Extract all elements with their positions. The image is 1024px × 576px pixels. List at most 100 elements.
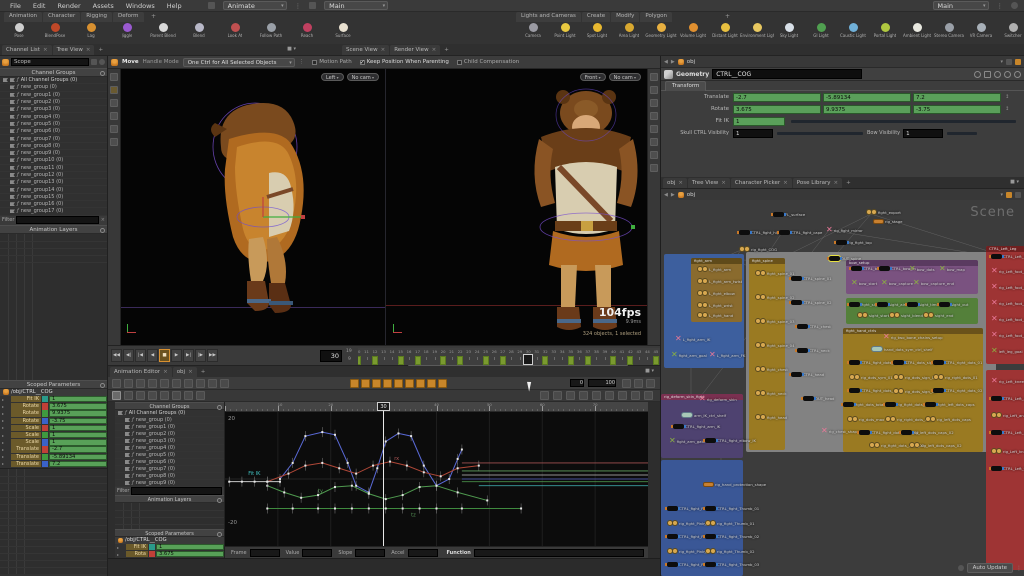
keyframe-marker[interactable] xyxy=(627,356,634,365)
filter-input[interactable] xyxy=(16,216,99,225)
menubar-menu[interactable]: Render xyxy=(55,1,82,11)
menubar-menu[interactable]: Assets xyxy=(91,1,116,11)
network-node[interactable]: CTRL_Left_knee_IK xyxy=(989,430,1024,435)
graph-end-field[interactable]: 100 xyxy=(588,379,616,387)
flag-icon[interactable] xyxy=(125,453,130,457)
flag-icon[interactable] xyxy=(10,151,15,156)
tree-root[interactable]: ƒ All Channel Groups (0) xyxy=(115,410,224,417)
tree-item[interactable]: ƒ new_group1 (0) xyxy=(0,92,107,99)
shelf-tab[interactable]: Character xyxy=(43,12,81,22)
flag-icon[interactable] xyxy=(10,173,15,177)
graph-view-icon[interactable] xyxy=(605,391,614,400)
tab-close-icon[interactable]: × xyxy=(721,180,726,186)
dots-icon[interactable]: ⋮ xyxy=(299,59,305,65)
shelf-tool[interactable]: Parent Blend xyxy=(148,22,178,44)
network-node[interactable]: CTRL_fight_Thumb_03 xyxy=(703,562,759,567)
shelf-tab[interactable]: Deform xyxy=(113,12,144,22)
viewport-split-divider[interactable] xyxy=(385,69,386,345)
shelf-tool[interactable]: Follow Path xyxy=(256,22,286,44)
pane-tab-add[interactable]: + xyxy=(843,178,854,188)
graph-start-field[interactable]: 0 xyxy=(570,379,584,387)
move-tool-icon[interactable] xyxy=(110,86,118,94)
graph-select-tool-icon[interactable] xyxy=(112,391,121,400)
set-key-button[interactable] xyxy=(405,379,414,388)
network-node[interactable]: fight_spine_04 xyxy=(755,342,795,348)
network-node[interactable]: CTRL_chest xyxy=(795,324,831,329)
scoped-param-row[interactable]: ▸ Scale 1 xyxy=(0,424,107,432)
pane-tab-add[interactable]: + xyxy=(95,45,106,55)
anim-tool-icon[interactable] xyxy=(136,379,145,388)
keyframe-marker[interactable] xyxy=(372,356,379,365)
param-value[interactable]: -3.75 xyxy=(49,417,107,424)
dots-icon[interactable]: ⋮ xyxy=(295,2,302,10)
transport-button[interactable]: ▶| xyxy=(183,349,194,362)
graph-view-icon[interactable] xyxy=(553,391,562,400)
range-start-bottom[interactable]: 9 xyxy=(348,357,351,362)
anim-tool-icon[interactable] xyxy=(112,379,121,388)
pin-icon[interactable]: ▸ xyxy=(2,397,10,402)
set-key-button[interactable] xyxy=(394,379,403,388)
node-name-field[interactable]: CTRL__COG xyxy=(712,69,863,79)
network-node[interactable]: rig_dots_sym_01 xyxy=(849,374,893,380)
back-icon[interactable]: ◀ xyxy=(664,59,668,65)
network-node[interactable]: fight_head xyxy=(755,414,787,420)
tab-close-icon[interactable]: × xyxy=(188,369,193,375)
graph-tool-icon[interactable] xyxy=(160,391,169,400)
flag-icon[interactable] xyxy=(125,418,130,422)
network-node[interactable]: rig_dots_sign_01 xyxy=(893,374,937,380)
shelf-tool[interactable]: Environment Light xyxy=(740,22,774,44)
tree-item[interactable]: ƒ new_group7 (0) xyxy=(0,135,107,143)
flag-icon[interactable] xyxy=(125,425,130,429)
network-node[interactable]: rig_left_dots_caps xyxy=(925,416,971,422)
shelf-tool[interactable]: Reach xyxy=(292,22,322,44)
flag-icon[interactable] xyxy=(125,446,130,450)
tab-close-icon[interactable]: × xyxy=(43,47,48,53)
forward-icon[interactable]: ▶ xyxy=(671,192,675,198)
anim-nav-icon[interactable] xyxy=(634,379,643,388)
graph-editor-plot[interactable]: Fit IK ty tz rx 20 -20 xyxy=(225,412,648,546)
graph-view-icon[interactable] xyxy=(566,391,575,400)
pane-menu-icon[interactable] xyxy=(282,46,296,54)
network-node[interactable]: hand_dots_sym_ctrl_shelf xyxy=(871,346,933,352)
tab-close-icon[interactable]: × xyxy=(834,180,839,186)
tab-close-icon[interactable]: × xyxy=(381,47,386,53)
key-value-field[interactable] xyxy=(249,548,280,557)
search-icon[interactable] xyxy=(994,70,1001,78)
pin-icon[interactable]: ▸ xyxy=(2,454,10,459)
shelf-tool[interactable]: GI Light xyxy=(808,22,834,44)
info-icon[interactable] xyxy=(1004,70,1011,78)
scoped-param-row[interactable]: ▸ Translate -2.7 xyxy=(0,446,107,453)
param-value[interactable]: 1 xyxy=(49,396,107,403)
network-node[interactable]: ✕ bow_capture_end xyxy=(913,279,954,287)
keyframe-marker[interactable] xyxy=(358,356,361,365)
network-node[interactable]: rig_Left_ankle xyxy=(991,412,1024,418)
tz-field[interactable]: 7.2 xyxy=(913,92,1001,102)
graph-tool-icon[interactable] xyxy=(136,391,145,400)
right-main-dropdown[interactable]: Main xyxy=(932,1,989,10)
shelf-tab[interactable]: Lights and Cameras xyxy=(516,12,581,22)
pane-tab[interactable]: Character Picker × xyxy=(730,178,792,188)
menubar-menu[interactable]: Edit xyxy=(31,1,48,11)
tree-item[interactable]: ƒ new_group1 (0) xyxy=(115,424,224,431)
network-node[interactable]: ✕ rig_fight_mirror xyxy=(826,226,863,234)
pane-tab[interactable]: Animation Editor × xyxy=(110,367,172,377)
gear-icon[interactable] xyxy=(974,70,981,78)
frame-icon[interactable] xyxy=(984,70,991,78)
transport-button[interactable]: ▶▶ xyxy=(207,349,218,362)
toolbar-checkbox[interactable]: Motion Path xyxy=(312,59,352,65)
skull-visibility-slider[interactable] xyxy=(777,131,863,135)
shelf-tool[interactable]: Camera xyxy=(520,22,546,44)
network-node[interactable]: ✕rig_Left_foot_raise xyxy=(991,315,1024,323)
bow-visibility-field[interactable]: 1 xyxy=(903,128,944,138)
tree-item[interactable]: ƒ new_group10 (0) xyxy=(0,157,107,165)
tree-item[interactable]: ƒ new_group15 (0) xyxy=(0,194,107,202)
shelf-tool[interactable]: Blend xyxy=(184,22,214,44)
network-node[interactable]: ✕ fight_arm_gate xyxy=(669,437,705,445)
auto-update-button[interactable]: Auto Update xyxy=(966,563,1013,573)
network-node[interactable]: rig_fight_COG xyxy=(739,246,777,252)
shelf-tool[interactable]: Pose xyxy=(4,22,34,44)
follow-selection-icon[interactable] xyxy=(1015,58,1021,65)
shelf-tool[interactable]: Distant Light xyxy=(712,22,738,44)
flag-icon[interactable] xyxy=(10,194,15,199)
network-node[interactable]: rig_left_dots_caps_02 xyxy=(899,430,954,435)
